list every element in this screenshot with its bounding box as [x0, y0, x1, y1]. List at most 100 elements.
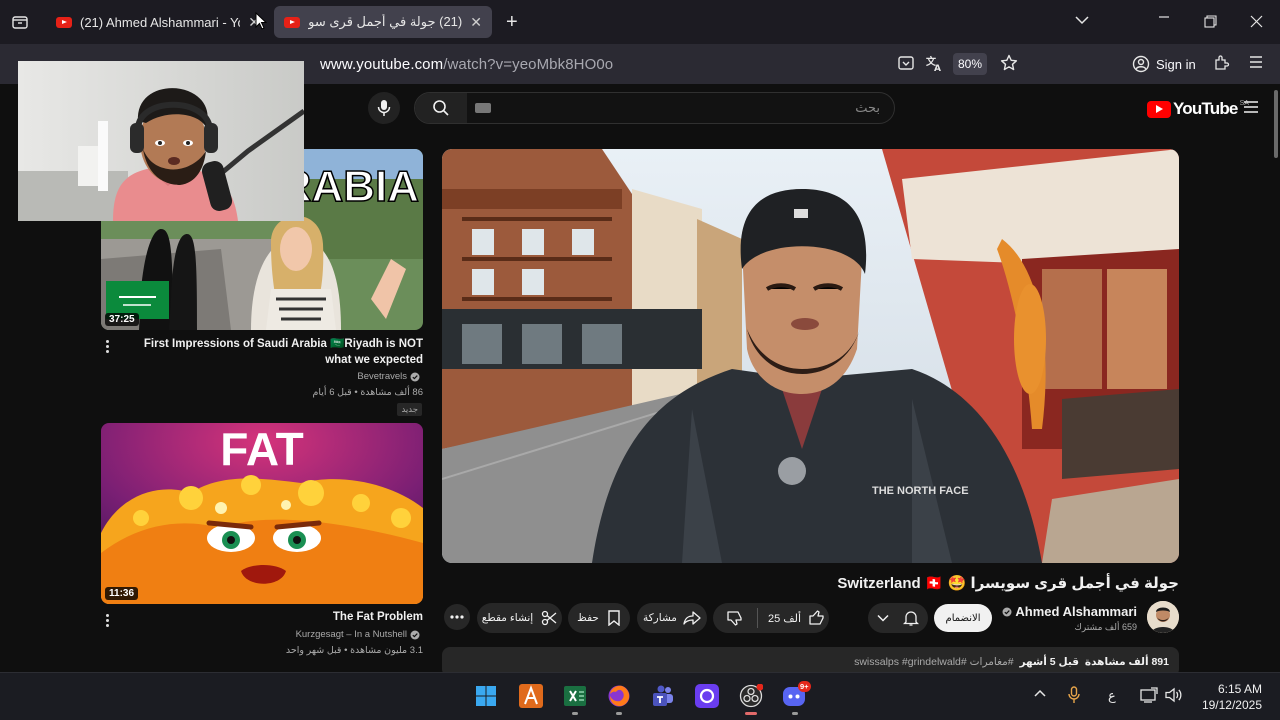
app-menu-icon[interactable]	[1248, 54, 1264, 70]
channel-avatar[interactable]	[1147, 601, 1179, 633]
input-language[interactable]: ع	[1108, 688, 1116, 704]
youtube-logo[interactable]: YouTube SA	[1147, 99, 1249, 119]
sidebar-video-meta: 3.1 مليون مشاهدة • قبل شهر واحد	[285, 645, 423, 656]
tab-list-icon[interactable]	[12, 14, 28, 30]
translate-icon[interactable]: 文A	[925, 54, 943, 72]
like-count: 25 ألف	[768, 612, 802, 625]
video-player[interactable]: THE NORTH FACE	[442, 149, 1179, 563]
sign-in-button[interactable]: Sign in	[1124, 50, 1198, 78]
like-button[interactable]	[809, 610, 825, 626]
subscriber-count: 659 ألف مشترك	[1074, 622, 1137, 632]
volume-icon[interactable]	[1165, 687, 1183, 703]
description-summary: 891 ألف مشاهدة قبل 5 أشهر #مغامرات #swis…	[854, 656, 1169, 668]
microphone-icon	[377, 100, 391, 116]
bookmark-star-icon[interactable]	[1000, 54, 1018, 72]
sidebar-video-channel[interactable]: Bevetravels	[357, 371, 420, 382]
sign-in-label: Sign in	[1156, 56, 1196, 72]
more-options-icon[interactable]	[106, 338, 110, 355]
search-input[interactable]: بحث	[855, 100, 880, 116]
close-window-button[interactable]	[1250, 15, 1263, 28]
chevron-down-icon	[877, 614, 889, 622]
url-path: /watch?v=yeoMbk8HO0o	[443, 56, 614, 73]
start-button[interactable]	[473, 683, 499, 709]
scissors-icon	[541, 610, 557, 626]
more-horizontal-icon	[450, 615, 464, 619]
windows-logo-icon	[476, 686, 496, 706]
share-icon	[683, 611, 701, 625]
guide-menu-icon[interactable]	[1243, 100, 1259, 114]
excel-icon	[564, 686, 586, 706]
dislike-button[interactable]	[727, 610, 743, 626]
verified-badge-icon	[410, 630, 420, 640]
new-tab-button[interactable]: +	[506, 12, 518, 32]
minimize-button[interactable]	[1158, 10, 1170, 24]
extensions-icon[interactable]	[1212, 54, 1230, 72]
svg-text:THE NORTH FACE: THE NORTH FACE	[872, 485, 969, 497]
taskbar-app-teams[interactable]	[650, 683, 676, 709]
system-clock[interactable]: 6:15 AM 19/12/2025	[1198, 681, 1262, 713]
subscribe-button[interactable]: الانضمام	[934, 604, 992, 632]
tab-close-icon[interactable]: ✕	[470, 14, 482, 31]
taskbar-app-excel[interactable]	[562, 683, 588, 715]
sidebar-video-channel[interactable]: Kurzgesagt – In a Nutshell	[296, 629, 420, 640]
youtube-favicon-icon	[284, 16, 300, 28]
sidebar-video-thumbnail[interactable]: FAT 11:36	[101, 423, 423, 604]
voice-search-button[interactable]	[368, 92, 400, 124]
thumbnail-caption: FAT	[220, 423, 303, 475]
taskbar-app-discord[interactable]: 9+	[782, 681, 811, 715]
verified-badge-icon	[1002, 607, 1012, 617]
tab-title: (21) Ahmed Alshammari - You	[80, 14, 241, 30]
tab-overflow-chevron-icon[interactable]	[1075, 15, 1089, 25]
more-actions-button[interactable]	[444, 604, 470, 630]
search-icon	[433, 100, 449, 116]
url-bar[interactable]: www.youtube.com/watch?v=yeoMbk8HO0o	[320, 56, 613, 73]
like-dislike-group: 25 ألف	[713, 603, 829, 633]
browser-tab-active[interactable]: (21) جولة في أجمل قرى سويسرا ✕	[274, 6, 492, 38]
save-button[interactable]: حفظ	[568, 603, 630, 633]
sidebar-video-title[interactable]: First Impressions of Saudi Arabia 🇸🇦Riya…	[118, 336, 423, 368]
taskbar-app-circle[interactable]	[694, 683, 720, 709]
taskbar-app-autocad[interactable]	[518, 683, 544, 709]
search-box[interactable]: بحث	[414, 92, 895, 124]
video-duration: 11:36	[105, 587, 139, 600]
view-count: 891 ألف مشاهدة	[1084, 656, 1169, 668]
search-button[interactable]	[415, 93, 467, 123]
video-duration: 37:25	[105, 313, 139, 326]
page-scrollbar[interactable]	[1274, 90, 1278, 158]
sidebar-video-meta: 86 ألف مشاهدة • قبل 6 أيام	[312, 387, 423, 398]
account-icon	[1132, 55, 1150, 73]
network-icon[interactable]	[1140, 687, 1158, 703]
clock-date: 19/12/2025	[1201, 698, 1262, 712]
firefox-icon	[608, 685, 630, 707]
clock-time: 6:15 AM	[1217, 682, 1262, 696]
more-options-icon[interactable]	[106, 612, 110, 629]
hashtags[interactable]: #مغامرات #swissalps #grindelwald	[854, 656, 1014, 668]
share-button[interactable]: مشاركة	[637, 603, 707, 633]
sidebar-video-title[interactable]: The Fat Problem	[118, 609, 423, 625]
webcam-overlay	[18, 61, 304, 221]
verified-badge-icon	[410, 372, 420, 382]
app-a-icon	[519, 684, 543, 708]
keyboard-icon[interactable]	[475, 103, 491, 113]
bookmark-icon	[607, 610, 621, 626]
taskbar-app-obs[interactable]	[738, 683, 764, 715]
taskbar-app-firefox[interactable]	[606, 683, 632, 715]
microphone-in-use-icon[interactable]	[1068, 686, 1080, 704]
svg-text:A: A	[934, 64, 941, 72]
teams-icon	[653, 685, 673, 706]
notifications-button[interactable]	[868, 603, 928, 633]
channel-name[interactable]: Ahmed Alshammari	[1002, 604, 1137, 619]
upload-age: قبل 5 أشهر	[1019, 656, 1080, 668]
windows-taskbar: 9+ ع 6:15 AM 19/12/2025	[0, 672, 1280, 720]
browser-tab-bar: (21) Ahmed Alshammari - You ✕ (21) جولة …	[0, 0, 1280, 44]
circle-app-icon	[695, 684, 719, 708]
notification-badge: 9+	[798, 681, 811, 692]
obs-icon	[739, 684, 763, 708]
restore-button[interactable]	[1204, 15, 1217, 28]
reader-view-icon[interactable]	[897, 54, 915, 72]
clip-button[interactable]: إنشاء مقطع	[477, 603, 562, 633]
show-hidden-icons-chevron-icon[interactable]	[1034, 689, 1046, 697]
zoom-level-button[interactable]: 80%	[953, 53, 987, 75]
bell-icon	[903, 610, 919, 626]
browser-tab-channel[interactable]: (21) Ahmed Alshammari - You ✕	[46, 6, 270, 38]
